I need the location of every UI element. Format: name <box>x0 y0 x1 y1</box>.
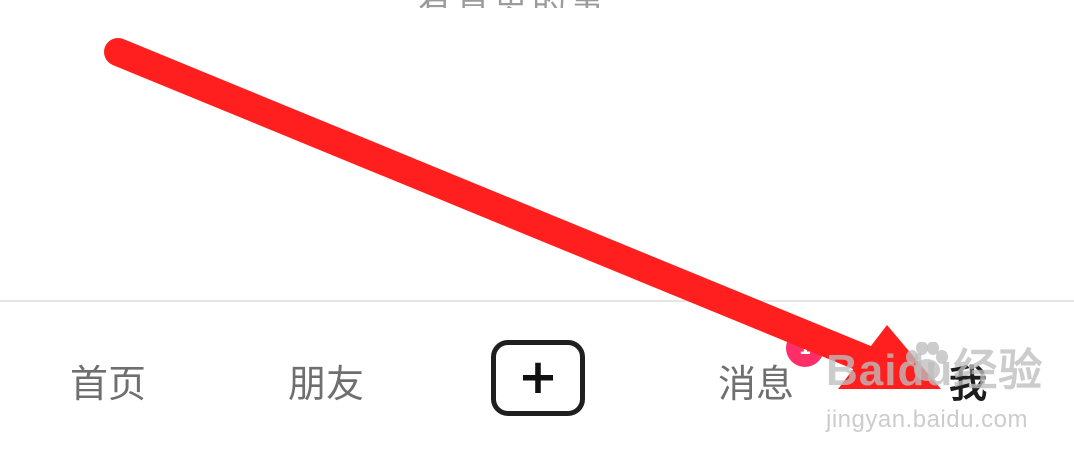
partial-top-text: 有意思的事 <box>418 0 678 8</box>
nav-home[interactable]: 首页 <box>60 354 156 406</box>
nav-me[interactable]: 我 <box>940 354 996 406</box>
content-area: 有意思的事 <box>0 0 1074 300</box>
app-screen: 有意思的事 首页 朋友 + 1 消息 我 Baidu经验 jingyan.bai… <box>0 0 1074 455</box>
create-post-button[interactable]: + <box>491 340 585 416</box>
nav-friends[interactable]: 朋友 <box>278 354 374 406</box>
bottom-navigation: 首页 朋友 + 1 消息 我 <box>0 302 1074 455</box>
nav-messages[interactable]: 消息 <box>708 354 804 406</box>
plus-icon: + <box>517 348 559 405</box>
